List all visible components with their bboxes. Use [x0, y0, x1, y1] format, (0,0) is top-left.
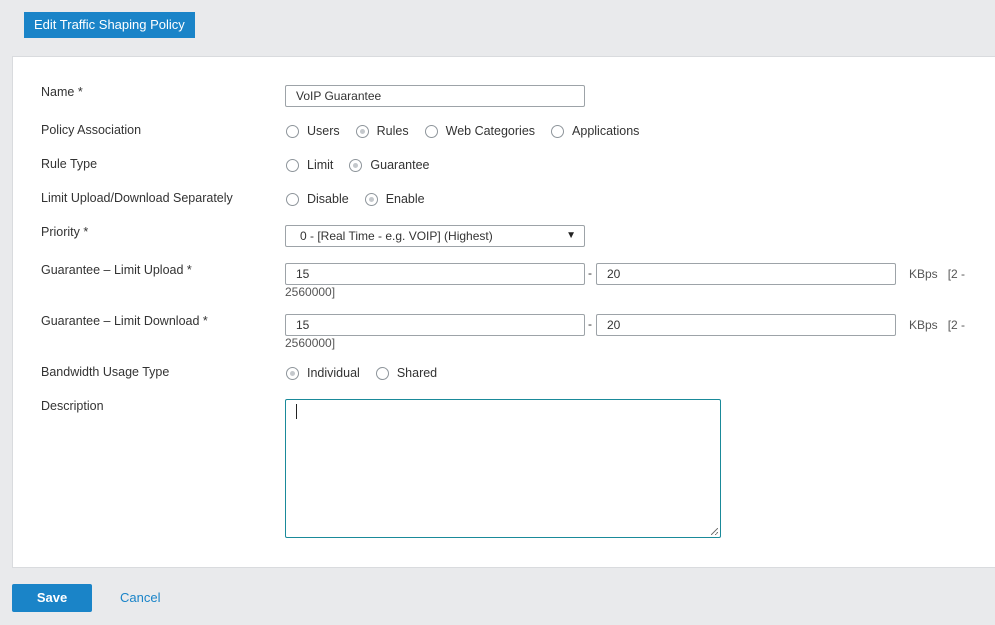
rule-type-label: Rule Type: [41, 157, 98, 171]
rule-type-group: Limit Guarantee: [286, 158, 445, 172]
cancel-link[interactable]: Cancel: [120, 590, 160, 605]
upload-unit-label: KBps: [909, 267, 938, 281]
radio-unchecked-icon: [286, 124, 299, 138]
priority-select[interactable]: 0 - [Real Time - e.g. VOIP] (Highest) ▼: [285, 225, 585, 247]
radio-shared[interactable]: Shared: [375, 366, 438, 380]
radio-rules-label: Rules: [376, 124, 409, 138]
name-input[interactable]: VoIP Guarantee: [285, 85, 585, 107]
description-label: Description: [41, 399, 104, 413]
radio-unchecked-icon: [424, 124, 438, 138]
download-label: Guarantee – Limit Download *: [41, 314, 208, 328]
description-textarea[interactable]: [285, 399, 721, 538]
radio-limit[interactable]: Limit: [286, 158, 333, 172]
download-unit: KBps [2 -: [909, 318, 965, 332]
limit-separately-label: Limit Upload/Download Separately: [41, 191, 233, 205]
radio-checked-icon: [355, 124, 369, 138]
radio-enable-label: Enable: [385, 192, 425, 206]
radio-checked-icon: [364, 192, 378, 206]
download-unit-label: KBps: [909, 318, 938, 332]
radio-applications-label: Applications: [572, 124, 640, 138]
download-separator: -: [588, 317, 592, 331]
text-caret: [296, 404, 297, 419]
page-title-tab: Edit Traffic Shaping Policy: [24, 12, 195, 38]
radio-web-categories[interactable]: Web Categories: [424, 124, 536, 138]
policy-association-label: Policy Association: [41, 123, 142, 137]
radio-disable[interactable]: Disable: [286, 192, 349, 206]
download-range-end: 2560000]: [285, 336, 336, 350]
radio-applications[interactable]: Applications: [551, 124, 639, 138]
radio-web-categories-label: Web Categories: [445, 124, 536, 138]
radio-users-label: Users: [307, 124, 340, 138]
radio-guarantee[interactable]: Guarantee: [349, 158, 429, 172]
dropdown-arrow-icon: ▼: [566, 230, 576, 241]
radio-disable-label: Disable: [307, 192, 349, 206]
radio-unchecked-icon: [286, 158, 299, 172]
upload-range-start: [2 -: [947, 267, 966, 281]
radio-individual[interactable]: Individual: [286, 366, 360, 380]
radio-checked-icon: [349, 158, 363, 172]
policy-association-group: Users Rules Web Categories Applications: [286, 124, 655, 138]
radio-unchecked-icon: [375, 366, 389, 380]
download-range-start: [2 -: [947, 318, 966, 332]
resize-handle-icon[interactable]: [711, 528, 718, 535]
upload-range-end: 2560000]: [285, 285, 336, 299]
download-min-input[interactable]: 15: [285, 314, 585, 336]
bandwidth-usage-group: Individual Shared: [286, 366, 453, 380]
upload-separator: -: [588, 266, 592, 280]
radio-unchecked-icon: [551, 124, 565, 138]
upload-min-input[interactable]: 15: [285, 263, 585, 285]
download-max-input[interactable]: 20: [596, 314, 896, 336]
radio-enable[interactable]: Enable: [364, 192, 425, 206]
upload-max-input[interactable]: 20: [596, 263, 896, 285]
upload-label: Guarantee – Limit Upload *: [41, 263, 192, 277]
radio-limit-label: Limit: [307, 158, 334, 172]
radio-guarantee-label: Guarantee: [370, 158, 430, 172]
radio-users[interactable]: Users: [286, 124, 340, 138]
radio-shared-label: Shared: [396, 366, 438, 380]
radio-rules[interactable]: Rules: [355, 124, 409, 138]
radio-individual-label: Individual: [307, 366, 360, 380]
priority-label: Priority *: [41, 225, 89, 239]
radio-checked-icon: [286, 366, 299, 380]
bandwidth-usage-label: Bandwidth Usage Type: [41, 365, 170, 379]
upload-unit: KBps [2 -: [909, 267, 965, 281]
name-label: Name *: [41, 85, 83, 99]
priority-selected-value: 0 - [Real Time - e.g. VOIP] (Highest): [300, 229, 493, 243]
radio-unchecked-icon: [286, 192, 299, 206]
save-button[interactable]: Save: [12, 584, 92, 612]
limit-separately-group: Disable Enable: [286, 192, 441, 206]
